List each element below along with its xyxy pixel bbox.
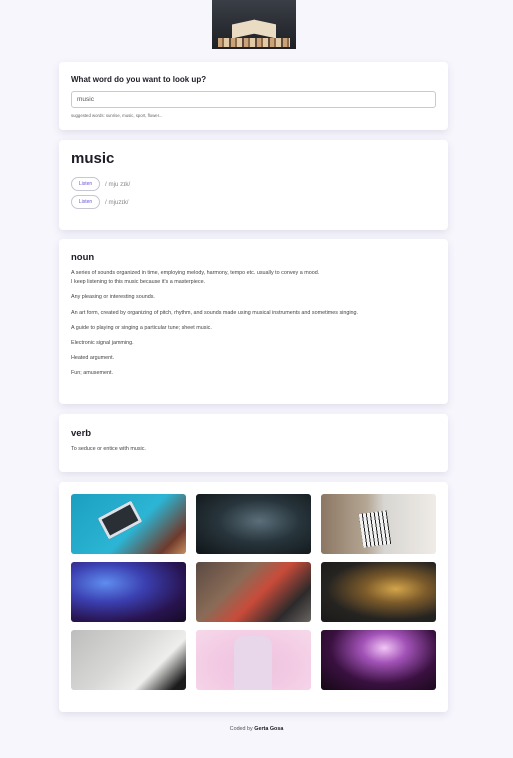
band-playing-guitars-photo[interactable] [196, 562, 311, 622]
sheet-music-photo[interactable] [71, 630, 186, 690]
definition-item: A guide to playing or singing a particul… [71, 324, 212, 331]
suggested-words: suggested words: sunrise, music, sport, … [71, 113, 163, 118]
part-of-speech: noun [71, 252, 95, 263]
saxophone-photo[interactable] [321, 562, 436, 622]
definition-text: A series of sounds organized in time, em… [71, 270, 320, 276]
definition-example: I keep listening to this music because i… [71, 279, 206, 286]
footer: Coded by Gerta Gosa [0, 726, 513, 732]
image-gallery [59, 482, 448, 712]
phonetic-row: Listen / mju zɪk/ [71, 176, 436, 192]
listen-button[interactable]: Listen [71, 195, 100, 209]
search-card: What word do you want to look up? sugges… [59, 62, 448, 130]
definition-list: To seduce or entice with music. [71, 445, 436, 454]
part-of-speech: verb [71, 428, 92, 439]
phonetic-row: Listen / mjuzɪk/ [71, 194, 436, 210]
concert-stage-lights-photo[interactable] [71, 562, 186, 622]
phonetic-text: / mju zɪk/ [105, 180, 131, 188]
phonetic-text: / mjuzɪk/ [105, 198, 129, 206]
definition-item: Any pleasing or interesting sounds. [71, 294, 155, 301]
definition-item: Electronic signal jamming. [71, 339, 134, 346]
search-title: What word do you want to look up? [71, 75, 207, 84]
definition-item: A series of sounds organized in time, em… [71, 269, 436, 287]
person-pink-background-photo[interactable] [196, 630, 311, 690]
word-card: music Listen / mju zɪk/ Listen / mjuzɪk/ [59, 140, 448, 230]
keyboard-sheet-music-photo[interactable] [321, 494, 436, 554]
search-input[interactable] [71, 91, 436, 108]
definition-item: Fun; amusement. [71, 370, 113, 377]
meaning-card-noun: noun A series of sounds organized in tim… [59, 239, 448, 404]
cassette-tape-photo[interactable] [71, 494, 186, 554]
definition-item: An art form, created by organizing of pi… [71, 309, 359, 316]
definition-item: To seduce or entice with music. [71, 446, 146, 452]
listen-button[interactable]: Listen [71, 177, 100, 191]
header-book-image [212, 0, 296, 49]
singer-microphone-photo[interactable] [196, 494, 311, 554]
definition-list: A series of sounds organized in time, em… [71, 269, 436, 379]
footer-author-link[interactable]: Gerta Gosa [254, 726, 283, 732]
concert-crowd-photo[interactable] [321, 630, 436, 690]
footer-prefix: Coded by [229, 726, 253, 732]
word-title: music [71, 150, 115, 167]
meaning-card-verb: verb To seduce or entice with music. [59, 414, 448, 472]
definition-item: Heated argument. [71, 355, 115, 362]
